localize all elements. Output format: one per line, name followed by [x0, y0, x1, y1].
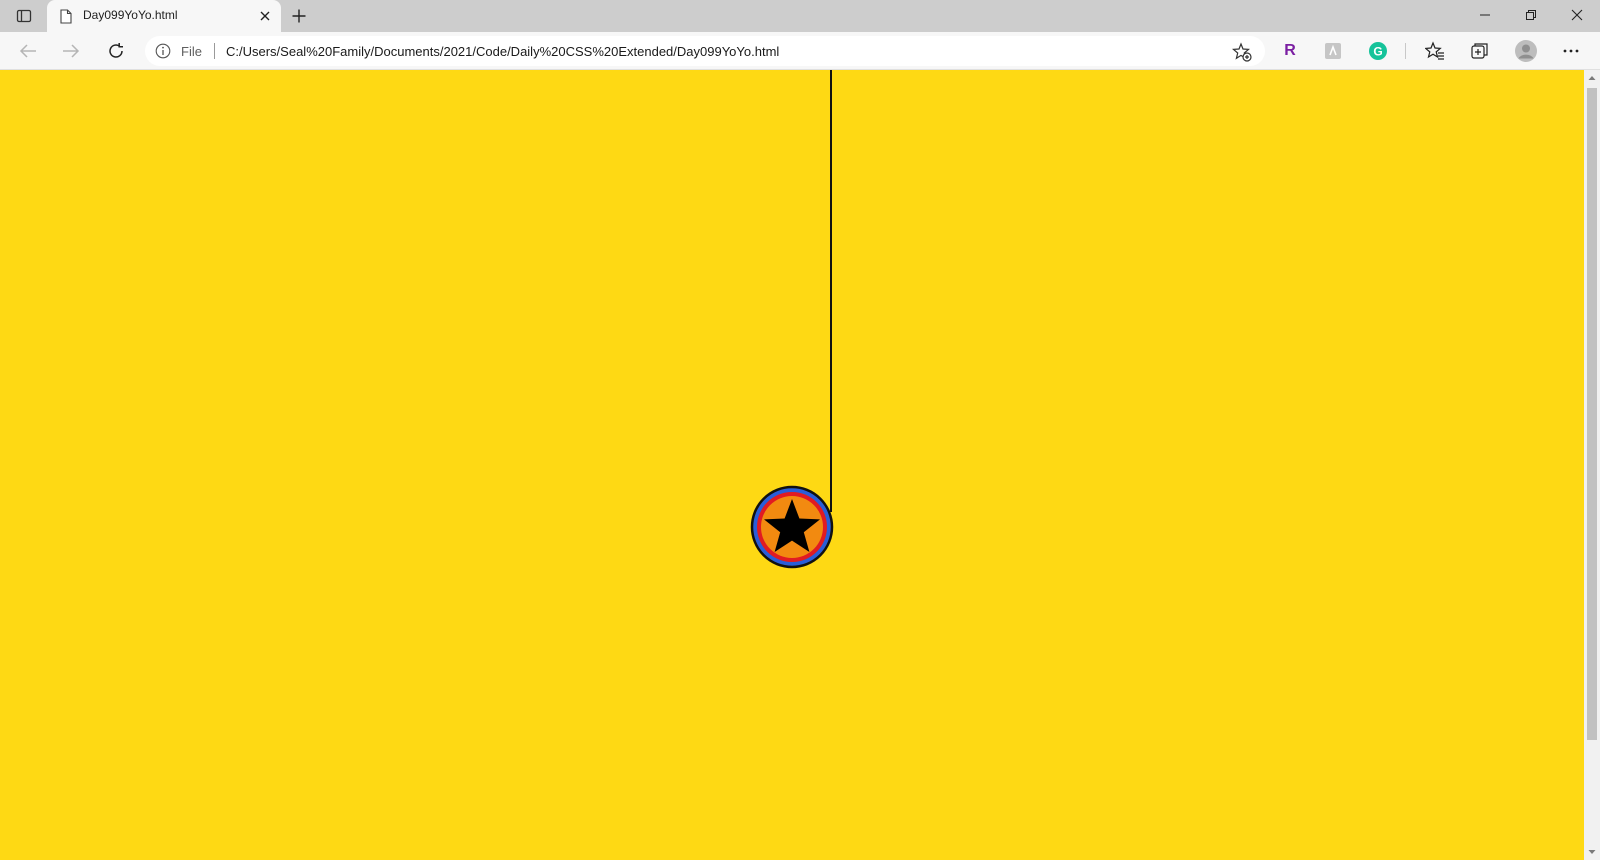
- scroll-down-icon[interactable]: [1584, 844, 1600, 860]
- page-viewport: [0, 70, 1584, 860]
- tab-strip: Day099YoYo.html: [0, 0, 1600, 32]
- scroll-up-icon[interactable]: [1584, 70, 1600, 86]
- more-options-icon[interactable]: [1557, 37, 1585, 65]
- vertical-scrollbar[interactable]: [1584, 70, 1600, 860]
- back-arrow-icon[interactable]: [14, 37, 42, 65]
- tab-title: Day099YoYo.html: [83, 8, 178, 22]
- scroll-thumb[interactable]: [1587, 88, 1597, 740]
- yoyo-string: [830, 70, 832, 512]
- extension-r-label: R: [1284, 42, 1296, 59]
- address-bar[interactable]: File C:/Users/Seal%20Family/Documents/20…: [145, 36, 1265, 66]
- toolbar-separator: [1405, 43, 1406, 59]
- address-divider: [214, 43, 215, 59]
- plus-icon[interactable]: [286, 4, 312, 28]
- tab-active[interactable]: Day099YoYo.html: [47, 0, 281, 32]
- favorites-icon[interactable]: [1421, 37, 1449, 65]
- refresh-icon[interactable]: [102, 37, 130, 65]
- tab-actions-icon[interactable]: [8, 4, 40, 28]
- page-icon: [57, 7, 75, 25]
- profile-avatar-icon[interactable]: [1512, 37, 1540, 65]
- yoyo[interactable]: [750, 485, 834, 569]
- tab-close-icon[interactable]: [255, 6, 275, 26]
- extension-icon[interactable]: [1319, 37, 1347, 65]
- grammarly-icon[interactable]: G: [1364, 37, 1392, 65]
- info-icon[interactable]: [155, 43, 171, 59]
- browser-toolbar: File C:/Users/Seal%20Family/Documents/20…: [0, 32, 1600, 70]
- collections-icon[interactable]: [1466, 37, 1494, 65]
- url-text[interactable]: C:/Users/Seal%20Family/Documents/2021/Co…: [226, 44, 779, 59]
- grammarly-label: G: [1373, 45, 1382, 59]
- extension-r-icon[interactable]: R: [1276, 37, 1304, 65]
- restore-icon[interactable]: [1508, 0, 1554, 30]
- close-icon[interactable]: [1554, 0, 1600, 30]
- url-scheme-label: File: [181, 44, 202, 59]
- browser-window: Day099YoYo.html File C:/Users/Seal%20Fam…: [0, 0, 1600, 860]
- add-favorite-icon[interactable]: [1231, 41, 1253, 63]
- minimize-icon[interactable]: [1462, 0, 1508, 30]
- forward-arrow-icon[interactable]: [57, 37, 85, 65]
